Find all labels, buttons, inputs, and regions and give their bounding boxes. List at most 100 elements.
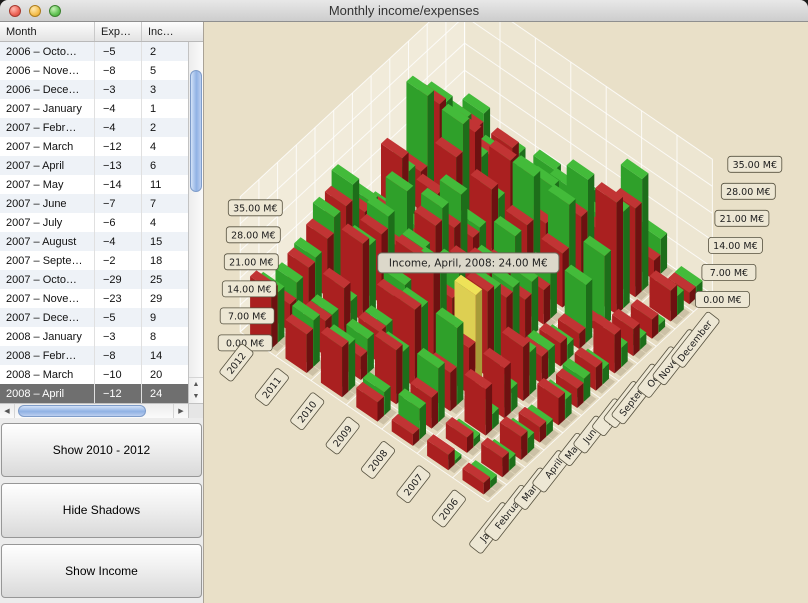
svg-text:28.00 M€: 28.00 M€ <box>231 230 275 241</box>
table-row[interactable]: 2006 – Octo…−52 <box>0 42 188 61</box>
table-cell-inc: 15 <box>142 232 184 251</box>
vertical-scroll-thumb[interactable] <box>190 70 202 192</box>
table-row[interactable]: 2007 – June−77 <box>0 194 188 213</box>
table-cell-exp: −2 <box>95 251 142 270</box>
svg-text:35.00 M€: 35.00 M€ <box>233 203 277 214</box>
table-cell-exp: −7 <box>95 194 142 213</box>
table-row[interactable]: 2008 – March−1020 <box>0 365 188 384</box>
table-row[interactable]: 2007 – Dece…−59 <box>0 308 188 327</box>
table-cell-inc: 7 <box>142 194 184 213</box>
table-cell-inc: 2 <box>142 42 184 61</box>
value-axis-label-left: 7.00 M€ <box>220 308 274 324</box>
table-cell-month: 2007 – January <box>0 99 95 118</box>
table-row[interactable]: 2007 – March−124 <box>0 137 188 156</box>
value-axis-label-left: 14.00 M€ <box>222 281 276 297</box>
column-header-income[interactable]: Inc… <box>142 22 188 41</box>
table-cell-month: 2006 – Nove… <box>0 61 95 80</box>
svg-text:21.00 M€: 21.00 M€ <box>720 214 764 225</box>
table-row[interactable]: 2008 – Febr…−814 <box>0 346 188 365</box>
table-cell-exp: −4 <box>95 99 142 118</box>
table-row[interactable]: 2007 – Nove…−2329 <box>0 289 188 308</box>
svg-text:7.00 M€: 7.00 M€ <box>710 268 748 279</box>
table-cell-inc: 5 <box>142 61 184 80</box>
svg-text:35.00 M€: 35.00 M€ <box>733 160 777 171</box>
table-cell-inc: 18 <box>142 251 184 270</box>
table-body: 2006 – Octo…−522006 – Nove…−852006 – Dec… <box>0 42 188 403</box>
minimize-button[interactable] <box>29 5 41 17</box>
svg-text:14.00 M€: 14.00 M€ <box>713 241 757 252</box>
table-cell-exp: −12 <box>95 384 142 403</box>
app-window: Monthly income/expenses Month Exp… Inc… … <box>0 0 808 603</box>
svg-text:0.00 M€: 0.00 M€ <box>703 295 741 306</box>
table-cell-inc: 1 <box>142 99 184 118</box>
horizontal-scroll-thumb[interactable] <box>18 405 146 417</box>
table-cell-inc: 8 <box>142 327 184 346</box>
table-row[interactable]: 2007 – Febr…−42 <box>0 118 188 137</box>
table-cell-inc: 4 <box>142 137 184 156</box>
column-header-expenses[interactable]: Exp… <box>95 22 142 41</box>
table-cell-inc: 25 <box>142 270 184 289</box>
vertical-scrollbar[interactable]: ▲ ▼ <box>188 42 203 403</box>
scroll-left-icon[interactable]: ◀ <box>0 404 15 418</box>
hide-shadows-button[interactable]: Hide Shadows <box>1 483 202 537</box>
svg-text:Income, April, 2008: 24.00 M€: Income, April, 2008: 24.00 M€ <box>389 257 548 269</box>
window-content: Month Exp… Inc… 2006 – Octo…−522006 – No… <box>0 22 808 603</box>
table-cell-exp: −3 <box>95 80 142 99</box>
table-row[interactable]: 2007 – July−64 <box>0 213 188 232</box>
bar-chart-3d[interactable]: 0.00 M€0.00 M€7.00 M€7.00 M€14.00 M€14.0… <box>204 22 808 603</box>
table-cell-inc: 9 <box>142 308 184 327</box>
table-row[interactable]: 2007 – Septe…−218 <box>0 251 188 270</box>
window-title: Monthly income/expenses <box>0 3 808 18</box>
value-axis-label-right: 14.00 M€ <box>708 237 762 253</box>
horizontal-scrollbar[interactable]: ◀ ▶ <box>0 403 188 418</box>
table-cell-exp: −29 <box>95 270 142 289</box>
scroll-right-icon[interactable]: ▶ <box>173 404 188 418</box>
table-row[interactable]: 2007 – Octo…−2925 <box>0 270 188 289</box>
table-row[interactable]: 2006 – Dece…−33 <box>0 80 188 99</box>
table-cell-inc: 29 <box>142 289 184 308</box>
value-axis-label-left: 21.00 M€ <box>224 254 278 270</box>
left-panel: Month Exp… Inc… 2006 – Octo…−522006 – No… <box>0 22 204 603</box>
scroll-down-icon[interactable]: ▼ <box>189 391 203 404</box>
scroll-up-icon[interactable]: ▲ <box>189 378 203 391</box>
show-income-button[interactable]: Show Income <box>1 544 202 598</box>
value-axis-label-right: 0.00 M€ <box>695 291 749 307</box>
table-cell-month: 2007 – Febr… <box>0 118 95 137</box>
table-row[interactable]: 2007 – April−136 <box>0 156 188 175</box>
value-axis-label-left: 35.00 M€ <box>228 200 282 216</box>
table-cell-exp: −12 <box>95 137 142 156</box>
table-cell-exp: −13 <box>95 156 142 175</box>
table-row[interactable]: 2008 – April−1224 <box>0 384 188 403</box>
table-cell-exp: −4 <box>95 232 142 251</box>
zoom-button[interactable] <box>49 5 61 17</box>
table-cell-exp: −10 <box>95 365 142 384</box>
traffic-lights <box>9 5 61 17</box>
table-row[interactable]: 2007 – May−1411 <box>0 175 188 194</box>
year-axis-label: 2008 <box>360 440 396 479</box>
horizontal-scroll-track[interactable] <box>15 404 173 418</box>
window-titlebar[interactable]: Monthly income/expenses <box>0 0 808 22</box>
table-row[interactable]: 2007 – January−41 <box>0 99 188 118</box>
table-row[interactable]: 2007 – August−415 <box>0 232 188 251</box>
column-header-month[interactable]: Month <box>0 22 95 41</box>
table-cell-month: 2007 – March <box>0 137 95 156</box>
table-cell-exp: −3 <box>95 327 142 346</box>
scrollbar-corner <box>188 403 203 418</box>
table-row[interactable]: 2008 – January−38 <box>0 327 188 346</box>
value-axis-label-left: 28.00 M€ <box>226 227 280 243</box>
year-axis-label: 2010 <box>289 392 325 431</box>
table-cell-month: 2006 – Octo… <box>0 42 95 61</box>
table-cell-month: 2007 – Septe… <box>0 251 95 270</box>
selection-tooltip: Income, April, 2008: 24.00 M€ <box>378 253 559 273</box>
chart-area[interactable]: 0.00 M€0.00 M€7.00 M€7.00 M€14.00 M€14.0… <box>204 22 808 603</box>
table-cell-exp: −5 <box>95 308 142 327</box>
year-axis-label: 2007 <box>396 465 432 504</box>
table-cell-month: 2007 – April <box>0 156 95 175</box>
svg-text:28.00 M€: 28.00 M€ <box>726 187 770 198</box>
close-button[interactable] <box>9 5 21 17</box>
table-cell-month: 2007 – August <box>0 232 95 251</box>
show-range-button[interactable]: Show 2010 - 2012 <box>1 423 202 477</box>
table-header[interactable]: Month Exp… Inc… <box>0 22 203 42</box>
table-cell-exp: −4 <box>95 118 142 137</box>
table-row[interactable]: 2006 – Nove…−85 <box>0 61 188 80</box>
